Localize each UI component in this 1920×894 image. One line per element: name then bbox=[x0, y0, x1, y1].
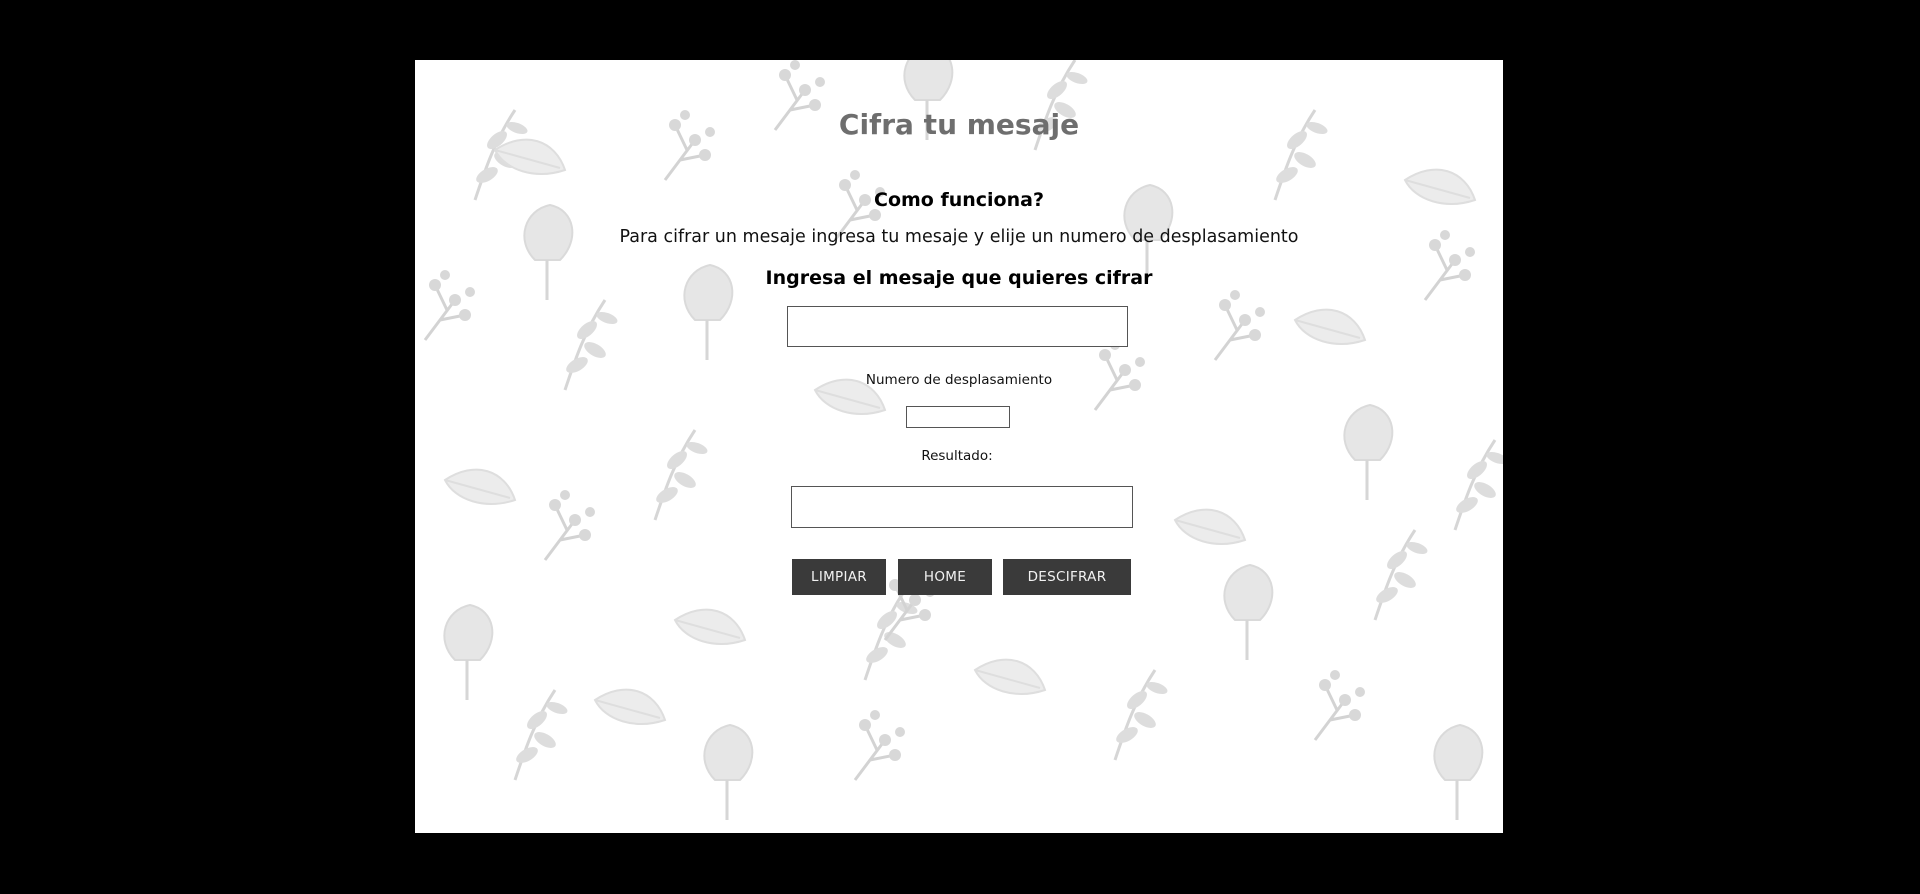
shift-label: Numero de desplasamiento bbox=[865, 372, 1053, 388]
how-it-works-heading: Como funciona? bbox=[874, 189, 1044, 211]
result-label: Resultado: bbox=[921, 448, 993, 464]
message-input[interactable] bbox=[787, 306, 1128, 347]
instructions-text: Para cifrar un mesaje ingresa tu mesaje … bbox=[619, 227, 1299, 247]
page-title: Cifra tu mesaje bbox=[838, 108, 1080, 141]
clear-button[interactable]: LIMPIAR bbox=[792, 559, 886, 595]
main-panel: Cifra tu mesaje Como funciona? Para cifr… bbox=[415, 60, 1503, 833]
shift-number-input[interactable] bbox=[906, 406, 1010, 428]
cipher-form-area: Cifra tu mesaje Como funciona? Para cifr… bbox=[415, 60, 1503, 833]
decrypt-button[interactable]: DESCIFRAR bbox=[1003, 559, 1131, 595]
message-prompt-heading: Ingresa el mesaje que quieres cifrar bbox=[765, 267, 1153, 289]
result-output-field[interactable] bbox=[791, 486, 1133, 528]
home-button[interactable]: HOME bbox=[898, 559, 992, 595]
